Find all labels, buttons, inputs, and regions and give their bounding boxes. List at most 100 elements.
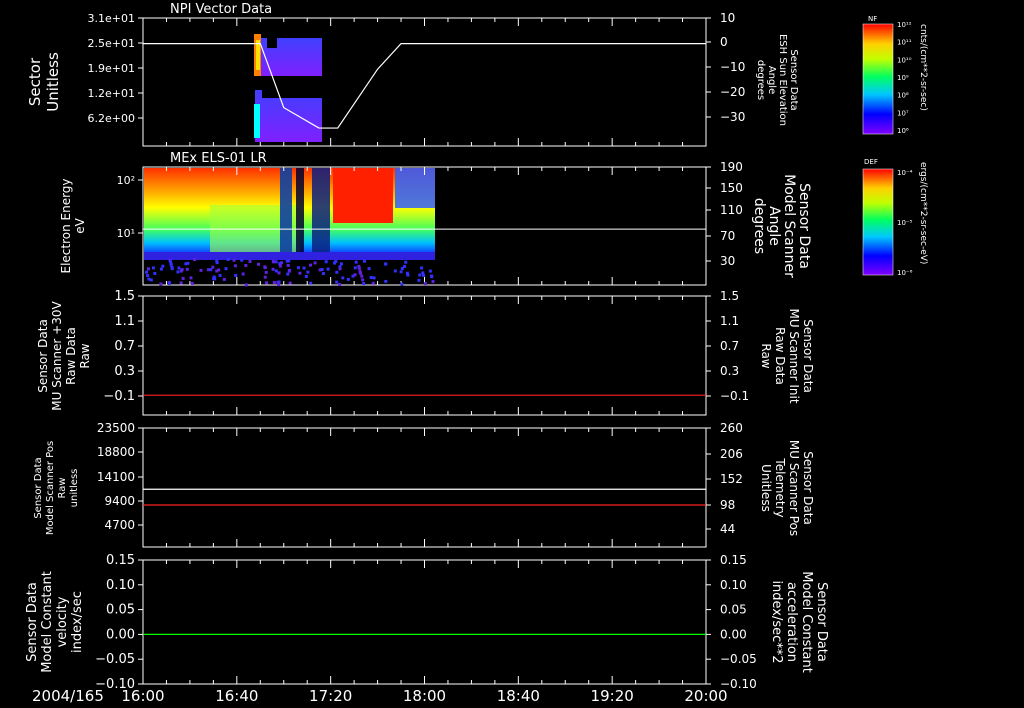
- x-tick-label: 17:20: [309, 687, 352, 705]
- els-dot: [233, 264, 237, 268]
- els-dot: [209, 268, 213, 272]
- y-tick-label: 18800: [97, 445, 135, 459]
- y2-tick-label: 0.10: [720, 578, 747, 592]
- y-tick-label: 0.10: [106, 578, 135, 593]
- scanner-telemetry-right-label-2: MU Scanner Pos: [787, 440, 801, 536]
- scanner-telemetry-right-label-3: Telemetry: [773, 457, 787, 517]
- constant-right-label-2: Model Constant: [799, 571, 814, 673]
- els-dot: [363, 259, 367, 263]
- els-dot: [159, 282, 163, 286]
- panel-scanner-pos: Sensor Data Model Scanner Pos Raw unitle…: [33, 427, 815, 548]
- npi-elevation-line: [143, 43, 706, 129]
- y2-tick-label: −0.05: [720, 652, 757, 666]
- els-dot: [418, 273, 422, 277]
- els-dot: [224, 267, 228, 271]
- constant-ylabel-4: index/sec: [70, 591, 85, 653]
- y-tick-label: 23500: [97, 421, 135, 435]
- els-dot: [147, 267, 151, 271]
- colorbar-npi: NF cnts/(cm**2-sr-sec) 10¹²10¹¹10¹⁰10⁹10…: [862, 15, 928, 135]
- els-dot: [159, 267, 163, 271]
- colorbar-els-scale: [862, 168, 894, 276]
- npi-right-label-2: ESH Sun Elevation: [777, 34, 788, 126]
- scanner-pos-ylabel-1: Sensor Data: [33, 457, 44, 518]
- els-dot: [320, 267, 324, 271]
- panel-els-title: MEx ELS-01 LR: [170, 151, 267, 166]
- scanner-init-right-label-2: MU Scanner Init: [787, 308, 801, 403]
- els-hot-region: [333, 168, 393, 223]
- y2-tick-label: 0.05: [720, 603, 747, 617]
- panel-4-ticks: 0.15 0.10 0.05 0.00 −0.05 −0.10 0.15 0.10 0.05 0.…: [95, 553, 757, 692]
- els-dot: [215, 261, 219, 265]
- time-axis-date: 2004/165: [32, 687, 104, 705]
- els-dot: [185, 267, 189, 271]
- els-dot: [274, 269, 278, 273]
- panel-npi-frame: [142, 17, 707, 147]
- scanner-init-right-label-1: Sensor Data: [801, 319, 815, 393]
- y-tick-label: −0.1: [103, 389, 135, 404]
- colorbar-els-tag: DEF: [864, 158, 878, 166]
- els-dot: [420, 266, 424, 270]
- els-dot: [371, 281, 375, 285]
- els-dot: [369, 276, 373, 280]
- colorbar-tick-label: 10⁸: [897, 92, 909, 100]
- els-dot: [400, 282, 404, 286]
- panel-npi: NPI Vector Data Sector Unitless Sensor D…: [26, 2, 799, 147]
- y2-tick-label: 0.00: [720, 627, 747, 641]
- y2-tick-label: 0.7: [720, 339, 739, 353]
- y2-tick-label: 0.3: [720, 364, 739, 378]
- y2-tick-label: 44: [720, 522, 735, 536]
- y2-tick-label: −0.10: [720, 677, 757, 691]
- npi-right-label-3: Angle: [766, 66, 777, 94]
- els-dot: [335, 280, 339, 284]
- els-dot: [149, 278, 153, 282]
- els-dot: [372, 276, 376, 280]
- y2-tick-label: −10: [720, 60, 745, 74]
- els-ylabel-line1: Electron Energy: [59, 178, 73, 273]
- y-tick-label: 1.9e+01: [88, 62, 135, 75]
- x-tick-label: 18:40: [497, 687, 540, 705]
- els-dot: [248, 260, 252, 264]
- y-tick-label: 3.1e+01: [88, 12, 135, 25]
- els-dot: [170, 267, 174, 271]
- npi-right-label-4: degrees: [755, 60, 766, 100]
- els-dot: [384, 279, 388, 283]
- els-dot: [272, 280, 276, 284]
- panel-npi-title: NPI Vector Data: [170, 2, 272, 17]
- els-right-label-1: Sensor Data: [796, 183, 812, 269]
- els-dot: [180, 268, 184, 272]
- panel-constant-frame: [142, 559, 707, 685]
- els-dot: [146, 274, 150, 278]
- els-dot: [244, 264, 248, 268]
- colorbar-tick-label: 10⁷: [897, 109, 909, 117]
- els-dot: [353, 273, 357, 277]
- els-dot: [302, 266, 306, 270]
- y2-tick-label: 206: [720, 447, 743, 461]
- els-dot: [353, 266, 357, 270]
- els-right-label-4: degrees: [751, 198, 767, 254]
- els-dot: [421, 273, 425, 277]
- els-dot: [189, 276, 193, 280]
- y-tick-label: 10¹: [117, 227, 135, 240]
- y2-tick-label: 260: [720, 421, 743, 435]
- scanner-pos-ylabel-3: Raw: [57, 477, 68, 498]
- els-dot: [326, 267, 330, 271]
- els-dot: [406, 273, 410, 277]
- y-tick-label: 10²: [117, 174, 135, 187]
- constant-right-label-4: index/sec**2: [769, 580, 784, 663]
- scanner-30v-ylabel-1: Sensor Data: [36, 319, 50, 393]
- els-dot: [296, 266, 300, 270]
- panel-scanner-30v-frame: [142, 295, 707, 416]
- els-dot: [428, 269, 432, 273]
- els-dot: [354, 260, 358, 264]
- scanner-pos-ylabel-4: unitless: [69, 469, 80, 508]
- colorbar-tick-label: 10⁶: [897, 127, 909, 135]
- y2-tick-label: 152: [720, 472, 743, 486]
- colorbar-tick-label: 10⁻⁶: [897, 269, 913, 277]
- els-dot: [324, 260, 328, 264]
- time-axis-ticks: 16:00 16:40 17:20 18:00 18:40 19:20 20:00: [121, 687, 727, 705]
- els-dot: [167, 282, 171, 286]
- els-dot: [217, 268, 221, 272]
- y2-tick-label: 190: [720, 160, 743, 174]
- y2-tick-label: −20: [720, 85, 745, 99]
- dynamic-marks: 3.1e+01 2.5e+01 1.9e+01 1.2e+01 6.2e+00 10 0 −1…: [88, 11, 757, 692]
